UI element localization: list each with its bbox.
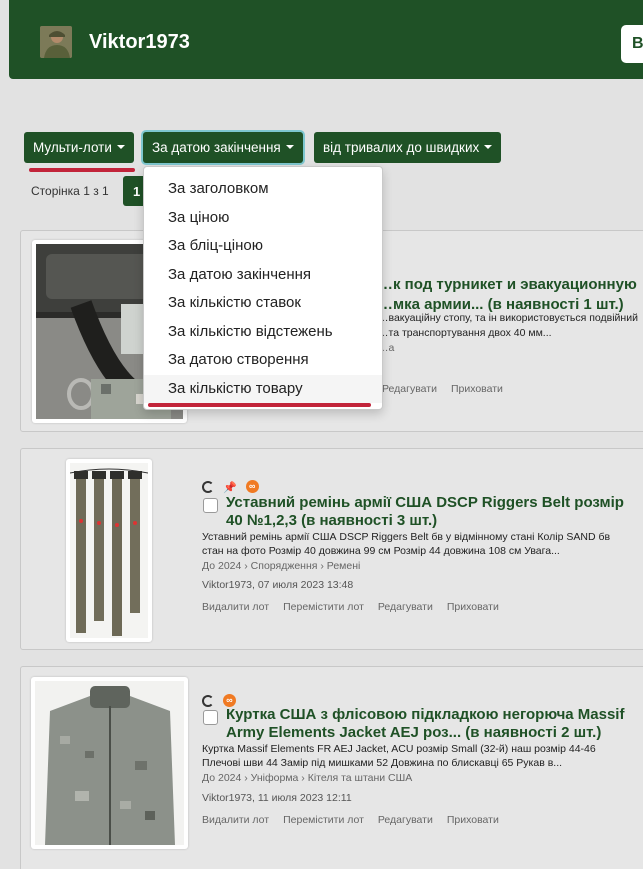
move-lot-link[interactable]: Перемістити лот — [283, 814, 364, 826]
lot-card: 📌 ∞ Уставний ремінь армії США DSCP Rigger… — [20, 448, 643, 650]
sort-option-created-date[interactable]: За датою створення — [144, 346, 382, 375]
lot-select-checkbox[interactable] — [203, 498, 218, 513]
username[interactable]: Viktor1973 — [89, 31, 190, 54]
lot-description: Плечові шви 44 Замір під мишками 52 Довж… — [202, 757, 563, 769]
hide-link[interactable]: Приховати — [447, 601, 499, 613]
refresh-icon — [202, 694, 214, 707]
lot-author-date: Viktor1973, 11 июля 2023 12:11 — [202, 792, 352, 804]
caret-down-icon — [285, 145, 294, 150]
hide-link[interactable]: Приховати — [447, 814, 499, 826]
sort-option-end-date[interactable]: За датою закінчення — [144, 261, 382, 290]
sort-order-label: від тривалих до швидких — [323, 140, 480, 155]
lot-thumbnail[interactable] — [31, 677, 188, 849]
header-action-button[interactable]: Від — [621, 25, 643, 63]
sort-by-label: За датою закінчення — [152, 140, 281, 155]
avatar[interactable] — [40, 26, 72, 58]
lot-actions: Редагувати Приховати — [382, 383, 517, 395]
lot-thumbnail[interactable] — [66, 459, 152, 642]
sort-by-button[interactable]: За датою закінчення — [143, 132, 303, 163]
lot-title-line[interactable]: Army Elements Jacket AEJ роз... (в наявн… — [226, 723, 643, 743]
delete-lot-link[interactable]: Видалити лот — [202, 601, 269, 613]
sort-order-button[interactable]: від тривалих до швидких — [314, 132, 502, 163]
delete-lot-link[interactable]: Видалити лот — [202, 814, 269, 826]
refresh-icon — [202, 480, 214, 493]
lot-title-line[interactable]: …к под турникет и эвакуационную — [378, 275, 638, 295]
multilot-filter-button[interactable]: Мульти-лоти — [24, 132, 134, 163]
top-header: Viktor1973 Від — [9, 0, 643, 79]
edit-link[interactable]: Редагувати — [378, 601, 433, 613]
lot-description: стан на фото Розмір 40 довжина 99 см Роз… — [202, 545, 560, 557]
lot-title-line[interactable]: 40 №1,2,3 (в наявності 3 шт.) — [226, 511, 643, 531]
lot-description: Уставний ремінь армії США DSCP Riggers B… — [202, 531, 611, 543]
hide-link[interactable]: Приховати — [451, 383, 503, 395]
lot-author-date: Viktor1973, 07 июля 2023 13:48 — [202, 579, 354, 591]
lot-card: ∞ Куртка США з флісовою підкладкою негор… — [20, 666, 643, 869]
page-info: Сторінка 1 з 1 — [31, 184, 109, 198]
annotation-underline — [29, 168, 135, 172]
pin-icon: 📌 — [223, 481, 237, 494]
lot-description: Куртка Massif Elements FR AEJ Jacket, AC… — [202, 743, 596, 755]
lot-description: …та транспортування двох 40 мм... — [378, 327, 552, 339]
lot-category[interactable]: До 2024 › Уніформа › Кітеля та штани США — [202, 772, 412, 784]
caret-down-icon — [116, 145, 125, 150]
lot-description: …вакуаційну стопу, та ін використовуєтьс… — [378, 312, 638, 324]
lot-title-line[interactable]: Куртка США з флісовою підкладкою негорюч… — [226, 705, 643, 725]
lot-actions: Видалити лот Перемістити лот Редагувати При… — [202, 601, 513, 613]
sort-option-blitz-price[interactable]: За бліц-ціною — [144, 232, 382, 261]
sort-by-dropdown-menu: За заголовком За ціною За бліц-ціною За … — [143, 166, 383, 410]
sort-option-bids-count[interactable]: За кількістю ставок — [144, 289, 382, 318]
sort-option-quantity[interactable]: За кількістю товару — [144, 374, 382, 403]
move-lot-link[interactable]: Перемістити лот — [283, 601, 364, 613]
lot-select-checkbox[interactable] — [203, 710, 218, 725]
lot-status-icons: 📌 ∞ — [202, 479, 268, 494]
caret-down-icon — [484, 145, 493, 150]
lot-category[interactable]: До 2024 › Спорядження › Ремені — [202, 560, 360, 572]
sort-option-title[interactable]: За заголовком — [144, 175, 382, 204]
edit-link[interactable]: Редагувати — [378, 814, 433, 826]
infinity-icon: ∞ — [245, 480, 259, 494]
sort-option-price[interactable]: За ціною — [144, 204, 382, 233]
edit-link[interactable]: Редагувати — [382, 383, 437, 395]
sort-option-watchers-count[interactable]: За кількістю відстежень — [144, 318, 382, 347]
lot-actions: Видалити лот Перемістити лот Редагувати При… — [202, 814, 513, 826]
page: Viktor1973 Від Мульти-лоти За датою закі… — [0, 0, 643, 869]
multilot-filter-label: Мульти-лоти — [33, 140, 112, 155]
lot-title-line[interactable]: Уставний ремінь армії США DSCP Riggers B… — [226, 493, 643, 513]
annotation-underline — [148, 403, 371, 407]
